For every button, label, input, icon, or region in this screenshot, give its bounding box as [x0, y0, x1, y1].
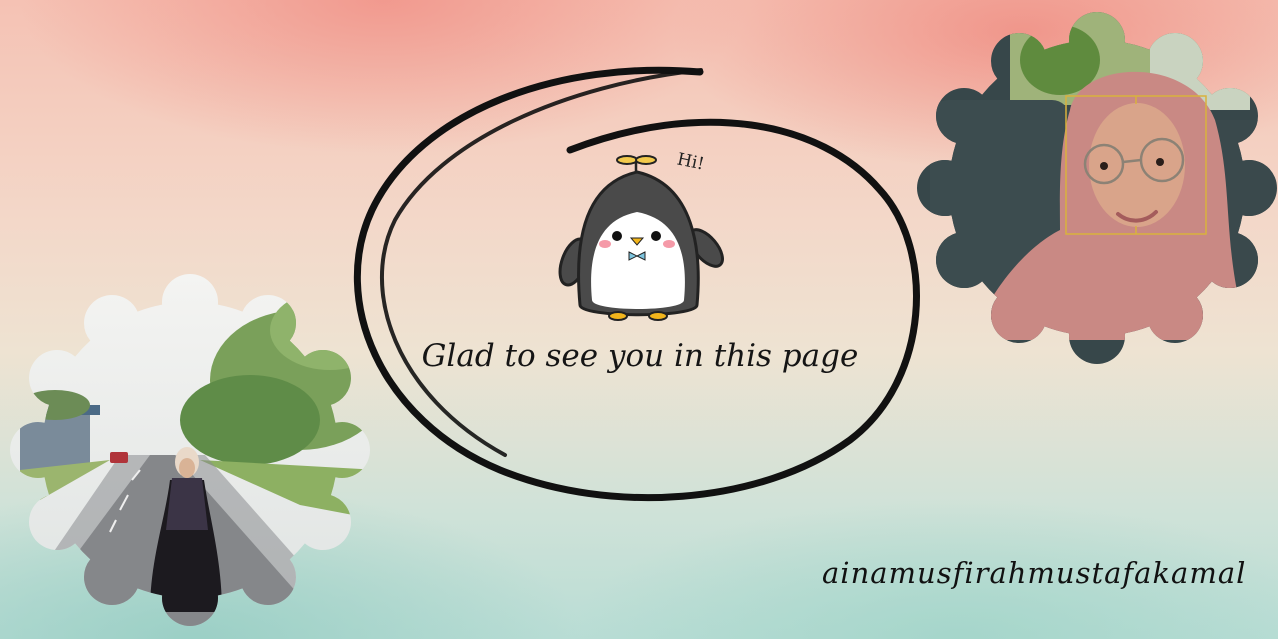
greeting-text: Glad to see you in this page [421, 338, 859, 374]
selfie-photo [917, 12, 1277, 364]
username-text: ainamusfirahmustafakamal [822, 556, 1247, 590]
